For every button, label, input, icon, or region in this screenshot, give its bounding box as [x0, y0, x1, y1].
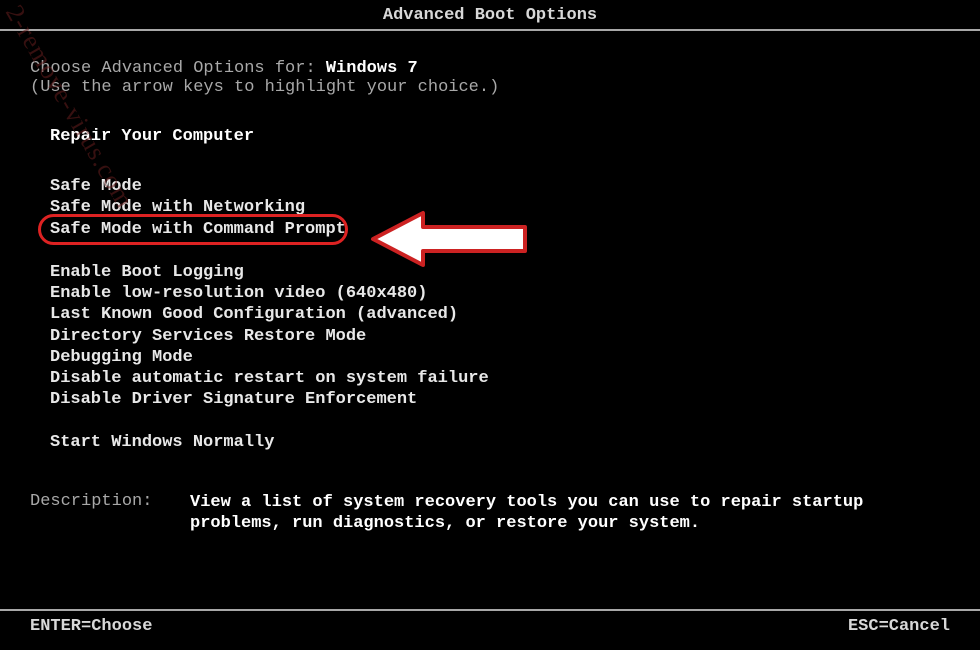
menu-item-safe-mode[interactable]: Safe Mode — [50, 176, 950, 197]
description-text: View a list of system recovery tools you… — [190, 492, 950, 535]
highlighted-item-wrap: Safe Mode with Command Prompt — [50, 219, 346, 240]
main-content: Choose Advanced Options for: Windows 7 (… — [0, 31, 980, 534]
menu-item-disable-auto-restart[interactable]: Disable automatic restart on system fail… — [50, 368, 950, 389]
os-name: Windows 7 — [326, 59, 418, 78]
menu-item-last-known-good[interactable]: Last Known Good Configuration (advanced) — [50, 304, 950, 325]
description-label: Description: — [30, 492, 190, 535]
footer-enter-hint: ENTER=Choose — [30, 617, 152, 636]
choose-for-line: Choose Advanced Options for: Windows 7 — [30, 59, 950, 78]
menu-item-low-resolution-video[interactable]: Enable low-resolution video (640x480) — [50, 283, 950, 304]
menu-item-safe-mode-command-prompt[interactable]: Safe Mode with Command Prompt — [50, 219, 346, 240]
safe-mode-group: Safe Mode Safe Mode with Networking Safe… — [30, 176, 950, 240]
footer-esc-hint: ESC=Cancel — [848, 617, 950, 636]
menu-item-safe-mode-networking[interactable]: Safe Mode with Networking — [50, 197, 950, 218]
menu-item-start-windows-normally[interactable]: Start Windows Normally — [30, 433, 950, 452]
menu-item-disable-driver-signature[interactable]: Disable Driver Signature Enforcement — [50, 389, 950, 410]
menu-item-repair-computer[interactable]: Repair Your Computer — [30, 127, 950, 146]
choose-prefix: Choose Advanced Options for: — [30, 59, 326, 78]
boot-options-screen: 2-remove-virus.com Advanced Boot Options… — [0, 0, 980, 650]
menu-item-enable-boot-logging[interactable]: Enable Boot Logging — [50, 262, 950, 283]
arrow-keys-hint: (Use the arrow keys to highlight your ch… — [30, 78, 950, 97]
advanced-options-group: Enable Boot Logging Enable low-resolutio… — [30, 262, 950, 411]
description-block: Description: View a list of system recov… — [30, 492, 950, 535]
menu-item-directory-services-restore[interactable]: Directory Services Restore Mode — [50, 326, 950, 347]
footer-bar: ENTER=Choose ESC=Cancel — [0, 609, 980, 636]
menu-item-debugging-mode[interactable]: Debugging Mode — [50, 347, 950, 368]
page-title: Advanced Boot Options — [0, 0, 980, 31]
